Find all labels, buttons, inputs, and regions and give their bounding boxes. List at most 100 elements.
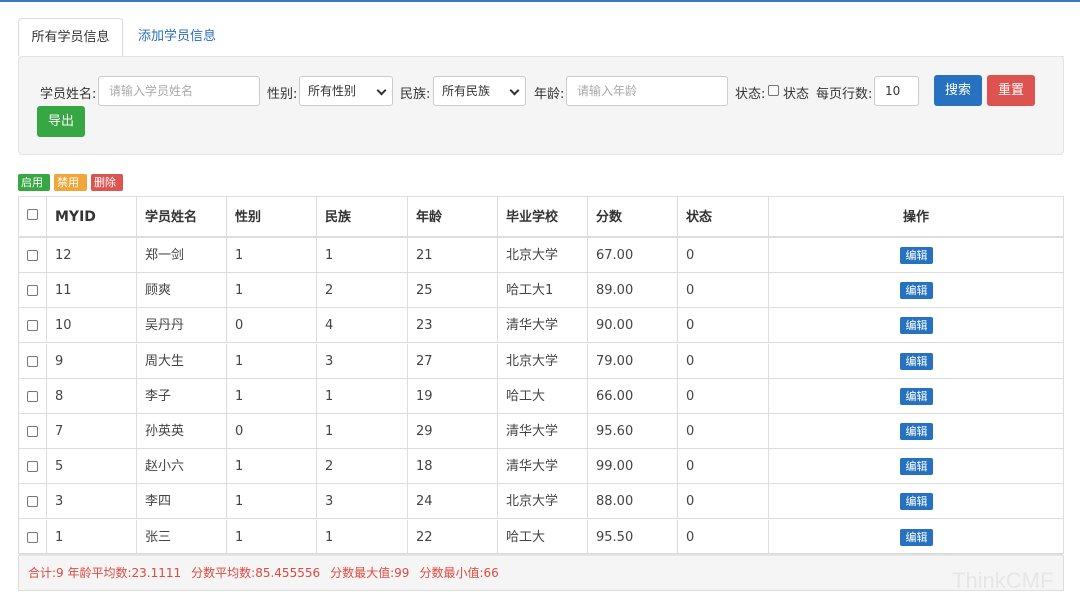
reset-button[interactable]: 重置 [987, 75, 1035, 106]
status-checkbox[interactable] [768, 85, 779, 96]
rows-per-page-label: 每页行数: [816, 87, 873, 102]
row-select-cell [19, 414, 46, 448]
row-select-cell [19, 273, 46, 307]
cell-nation: 2 [316, 273, 407, 308]
cell-actions: 编辑 [768, 238, 1063, 272]
cell-name: 孙英英 [136, 414, 226, 448]
cell-actions: 编辑 [768, 273, 1063, 308]
table-row: 12 郑一剑 1 1 21 北京大学 67.00 0 编辑 [19, 238, 1063, 273]
cell-school: 清华大学 [497, 414, 587, 448]
cell-myid: 11 [46, 273, 136, 308]
cell-status: 0 [677, 238, 768, 272]
cell-age: 22 [407, 519, 497, 554]
cell-status: 0 [677, 343, 768, 378]
column-header-nation[interactable]: 民族 [316, 197, 407, 236]
cell-actions: 编辑 [768, 343, 1063, 378]
rows-per-page-input[interactable] [874, 76, 919, 106]
edit-button[interactable]: 编辑 [900, 458, 933, 476]
edit-button[interactable]: 编辑 [900, 282, 933, 300]
cell-gender: 0 [226, 414, 316, 448]
cell-school: 清华大学 [497, 449, 587, 484]
disable-button[interactable]: 禁用 [54, 174, 87, 191]
row-select-cell [19, 520, 46, 554]
row-checkbox[interactable] [27, 285, 38, 297]
cell-gender: 1 [226, 378, 316, 413]
cell-actions: 编辑 [768, 414, 1063, 448]
select-all-checkbox[interactable] [27, 209, 38, 220]
chevron-down-icon [509, 85, 520, 96]
row-checkbox[interactable] [27, 496, 38, 508]
cell-myid: 7 [46, 414, 136, 448]
row-checkbox[interactable] [27, 390, 38, 402]
select-all-cell [19, 197, 46, 236]
column-header-myid[interactable]: MYID [46, 197, 136, 236]
delete-button[interactable]: 删除 [91, 174, 123, 191]
row-select-cell [19, 379, 46, 413]
age-input[interactable] [566, 76, 728, 106]
cell-status: 0 [677, 273, 768, 308]
row-checkbox[interactable] [27, 320, 38, 332]
edit-button[interactable]: 编辑 [900, 387, 933, 405]
row-checkbox[interactable] [27, 355, 38, 367]
export-button[interactable]: 导出 [37, 106, 85, 137]
cell-score: 95.60 [587, 414, 677, 448]
table-row: 1 张三 1 1 22 哈工大 95.50 0 编辑 [19, 519, 1063, 555]
edit-button[interactable]: 编辑 [900, 493, 933, 511]
edit-button[interactable]: 编辑 [900, 423, 933, 440]
cell-score: 89.00 [587, 273, 677, 308]
search-button[interactable]: 搜索 [934, 75, 982, 106]
cell-score: 99.00 [587, 449, 677, 484]
cell-score: 95.50 [587, 519, 677, 554]
cell-score: 90.00 [587, 308, 677, 343]
edit-button[interactable]: 编辑 [900, 317, 933, 335]
edit-button[interactable]: 编辑 [900, 352, 933, 370]
cell-myid: 8 [46, 378, 136, 413]
summary-avg-score: 分数平均数:85.455556 [191, 566, 321, 580]
row-checkbox[interactable] [27, 250, 38, 261]
column-header-gender[interactable]: 性别 [226, 197, 316, 236]
cell-actions: 编辑 [768, 308, 1063, 343]
cell-score: 88.00 [587, 484, 677, 519]
row-checkbox[interactable] [27, 531, 38, 543]
column-header-age[interactable]: 年龄 [407, 197, 497, 236]
cell-actions: 编辑 [768, 519, 1063, 554]
cell-nation: 1 [316, 378, 407, 413]
cell-nation: 3 [316, 484, 407, 519]
row-select-cell [19, 238, 46, 272]
cell-nation: 1 [316, 238, 407, 272]
gender-select[interactable]: 所有性别 [299, 76, 393, 106]
summary-total-age: 合计:9 年龄平均数:23.1111 [28, 566, 182, 580]
cell-myid: 10 [46, 308, 136, 343]
tab-all-students[interactable]: 所有学员信息 [18, 18, 123, 57]
column-header-score[interactable]: 分数 [587, 197, 677, 236]
name-label: 学员姓名: [40, 87, 97, 102]
row-checkbox[interactable] [27, 461, 38, 473]
cell-myid: 3 [46, 484, 136, 519]
status-label: 状态: [735, 87, 766, 102]
cell-gender: 0 [226, 308, 316, 343]
cell-status: 0 [677, 449, 768, 484]
cell-gender: 1 [226, 484, 316, 519]
cell-gender: 1 [226, 238, 316, 272]
row-checkbox[interactable] [27, 426, 38, 437]
enable-button[interactable]: 启用 [18, 174, 50, 191]
nation-select[interactable]: 所有民族 [433, 76, 526, 106]
table-row: 9 周大生 1 3 27 北京大学 79.00 0 编辑 [19, 343, 1063, 379]
tab-add-student[interactable]: 添加学员信息 [124, 18, 230, 57]
edit-button[interactable]: 编辑 [900, 528, 933, 546]
column-header-school[interactable]: 毕业学校 [497, 197, 587, 236]
cell-name: 吴丹丹 [136, 308, 226, 343]
cell-score: 67.00 [587, 238, 677, 272]
cell-myid: 9 [46, 343, 136, 378]
cell-age: 27 [407, 343, 497, 378]
cell-age: 21 [407, 238, 497, 272]
column-header-name[interactable]: 学员姓名 [136, 197, 226, 236]
cell-nation: 4 [316, 308, 407, 343]
table-row: 10 吴丹丹 0 4 23 清华大学 90.00 0 编辑 [19, 308, 1063, 344]
column-header-actions: 操作 [768, 197, 1063, 236]
edit-button[interactable]: 编辑 [900, 247, 933, 264]
chevron-down-icon [376, 85, 387, 96]
name-search-input[interactable] [98, 76, 260, 106]
cell-nation: 3 [316, 343, 407, 378]
column-header-status[interactable]: 状态 [677, 197, 768, 236]
